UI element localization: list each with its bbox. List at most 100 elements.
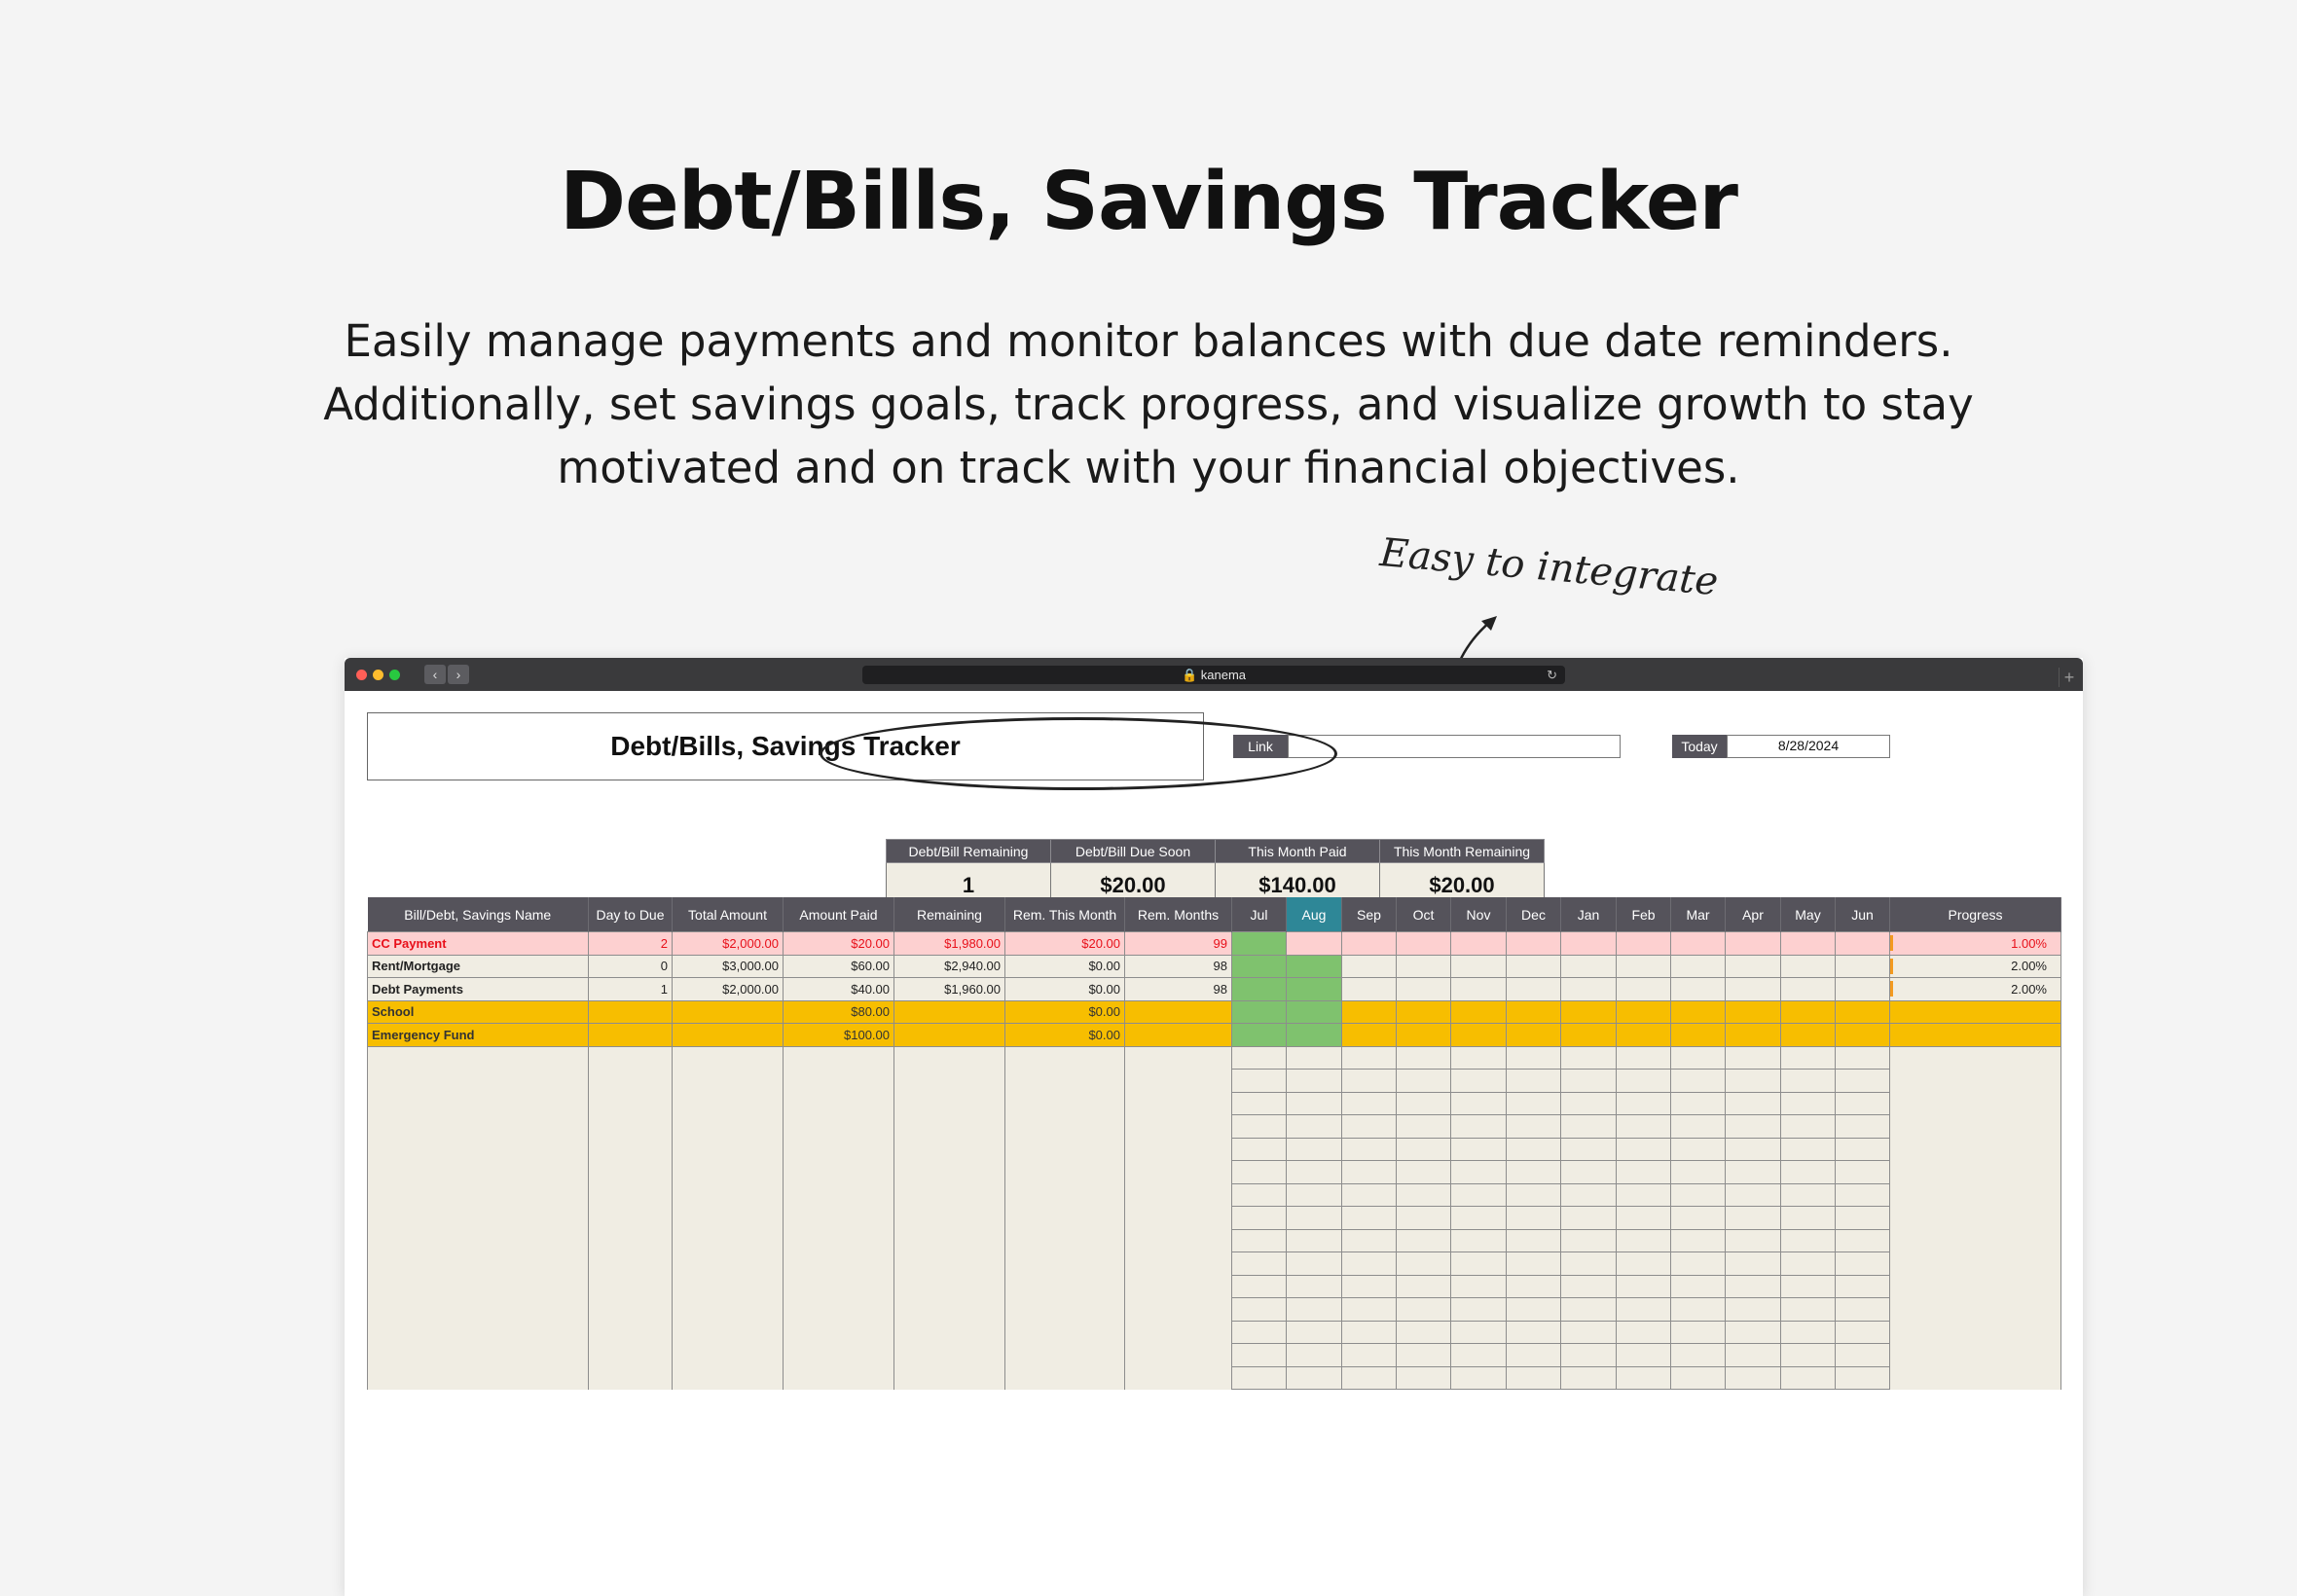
month-cell[interactable] <box>1725 1023 1781 1047</box>
empty-cell[interactable] <box>1670 1069 1726 1093</box>
empty-cell[interactable] <box>1396 1137 1451 1161</box>
month-cell[interactable] <box>1725 931 1781 956</box>
empty-cell[interactable] <box>1286 1320 1342 1344</box>
empty-cell[interactable] <box>1124 1069 1232 1092</box>
month-cell[interactable] <box>1396 954 1451 978</box>
month-cell[interactable] <box>1560 977 1617 1001</box>
cell-paid[interactable]: $100.00 <box>783 1023 894 1047</box>
empty-cell[interactable] <box>1616 1228 1671 1252</box>
empty-cell[interactable] <box>1231 1251 1287 1276</box>
empty-cell[interactable] <box>783 1206 894 1229</box>
empty-cell[interactable] <box>1835 1182 1890 1207</box>
empty-cell[interactable] <box>1286 1069 1342 1093</box>
cell-name[interactable]: Emergency Fund <box>367 1023 589 1047</box>
empty-cell[interactable] <box>893 1251 1005 1275</box>
empty-cell[interactable] <box>1341 1069 1397 1093</box>
empty-cell[interactable] <box>1889 1297 2061 1321</box>
empty-cell[interactable] <box>1560 1045 1617 1070</box>
empty-cell[interactable] <box>1231 1045 1287 1070</box>
empty-cell[interactable] <box>1341 1320 1397 1344</box>
empty-cell[interactable] <box>1341 1045 1397 1070</box>
empty-cell[interactable] <box>783 1046 894 1070</box>
empty-cell[interactable] <box>1560 1114 1617 1139</box>
empty-row[interactable] <box>367 1251 2061 1276</box>
column-header[interactable]: Amount Paid <box>783 897 894 932</box>
empty-cell[interactable] <box>1616 1297 1671 1322</box>
empty-cell[interactable] <box>1341 1297 1397 1322</box>
empty-cell[interactable] <box>1780 1069 1836 1093</box>
empty-cell[interactable] <box>1670 1251 1726 1276</box>
empty-cell[interactable] <box>1506 1251 1561 1276</box>
month-cell[interactable] <box>1396 931 1451 956</box>
empty-cell[interactable] <box>1396 1320 1451 1344</box>
empty-cell[interactable] <box>783 1251 894 1275</box>
empty-cell[interactable] <box>1450 1320 1507 1344</box>
month-cell[interactable] <box>1616 977 1671 1001</box>
empty-cell[interactable] <box>1231 1091 1287 1115</box>
empty-cell[interactable] <box>1450 1069 1507 1093</box>
forward-button[interactable]: › <box>448 665 469 684</box>
column-header[interactable]: Bill/Debt, Savings Name <box>367 897 589 932</box>
empty-cell[interactable] <box>1286 1228 1342 1252</box>
empty-cell[interactable] <box>1725 1365 1781 1390</box>
empty-cell[interactable] <box>1124 1138 1232 1161</box>
empty-cell[interactable] <box>1560 1160 1617 1184</box>
column-header[interactable]: Jun <box>1835 897 1890 932</box>
month-cell[interactable] <box>1286 1023 1342 1047</box>
empty-cell[interactable] <box>1616 1251 1671 1276</box>
empty-cell[interactable] <box>1286 1045 1342 1070</box>
minimize-window-button[interactable] <box>373 670 383 680</box>
column-header[interactable]: Jul <box>1231 897 1287 932</box>
empty-cell[interactable] <box>1004 1206 1125 1229</box>
empty-cell[interactable] <box>893 1343 1005 1366</box>
month-cell[interactable] <box>1286 954 1342 978</box>
empty-cell[interactable] <box>588 1114 673 1138</box>
empty-cell[interactable] <box>588 1297 673 1321</box>
month-cell[interactable] <box>1396 977 1451 1001</box>
empty-cell[interactable] <box>1396 1274 1451 1298</box>
month-cell[interactable] <box>1506 999 1561 1024</box>
empty-cell[interactable] <box>1450 1114 1507 1139</box>
empty-cell[interactable] <box>1780 1343 1836 1367</box>
table-row[interactable]: CC Payment 2 $2,000.00 $20.00 $1,980.00 $20.0… <box>367 931 2061 956</box>
empty-cell[interactable] <box>1341 1365 1397 1390</box>
month-cell[interactable] <box>1450 999 1507 1024</box>
empty-cell[interactable] <box>1616 1320 1671 1344</box>
empty-cell[interactable] <box>1780 1206 1836 1230</box>
empty-cell[interactable] <box>1616 1137 1671 1161</box>
empty-cell[interactable] <box>1889 1366 2061 1390</box>
table-row[interactable]: School $80.00 $0.00 <box>367 999 2061 1024</box>
empty-cell[interactable] <box>1396 1251 1451 1276</box>
empty-cell[interactable] <box>588 1275 673 1298</box>
table-row[interactable]: Rent/Mortgage 0 $3,000.00 $60.00 $2,940.00 $0… <box>367 954 2061 978</box>
empty-cell[interactable] <box>1725 1297 1781 1322</box>
cell-remaining[interactable]: $1,960.00 <box>893 977 1005 1001</box>
empty-cell[interactable] <box>1560 1182 1617 1207</box>
table-row[interactable]: Emergency Fund $100.00 $0.00 <box>367 1023 2061 1047</box>
empty-cell[interactable] <box>1231 1114 1287 1139</box>
empty-cell[interactable] <box>1450 1228 1507 1252</box>
cell-remaining[interactable]: $1,980.00 <box>893 931 1005 956</box>
empty-cell[interactable] <box>1616 1365 1671 1390</box>
month-cell[interactable] <box>1616 1023 1671 1047</box>
empty-cell[interactable] <box>1616 1114 1671 1139</box>
today-date[interactable]: 8/28/2024 <box>1727 735 1890 758</box>
empty-cell[interactable] <box>1506 1320 1561 1344</box>
empty-cell[interactable] <box>1670 1320 1726 1344</box>
empty-cell[interactable] <box>1889 1343 2061 1366</box>
empty-cell[interactable] <box>1725 1160 1781 1184</box>
column-header[interactable]: Total Amount <box>672 897 784 932</box>
empty-cell[interactable] <box>1286 1251 1342 1276</box>
empty-cell[interactable] <box>1725 1251 1781 1276</box>
empty-cell[interactable] <box>1124 1343 1232 1366</box>
empty-cell[interactable] <box>1725 1137 1781 1161</box>
column-header[interactable]: Rem. This Month <box>1004 897 1125 932</box>
empty-cell[interactable] <box>1231 1228 1287 1252</box>
empty-row[interactable] <box>367 1160 2061 1184</box>
cell-name[interactable]: Rent/Mortgage <box>367 954 589 978</box>
empty-cell[interactable] <box>1560 1069 1617 1093</box>
empty-row[interactable] <box>367 1091 2061 1115</box>
empty-cell[interactable] <box>1835 1137 1890 1161</box>
empty-cell[interactable] <box>1396 1091 1451 1115</box>
empty-cell[interactable] <box>893 1206 1005 1229</box>
